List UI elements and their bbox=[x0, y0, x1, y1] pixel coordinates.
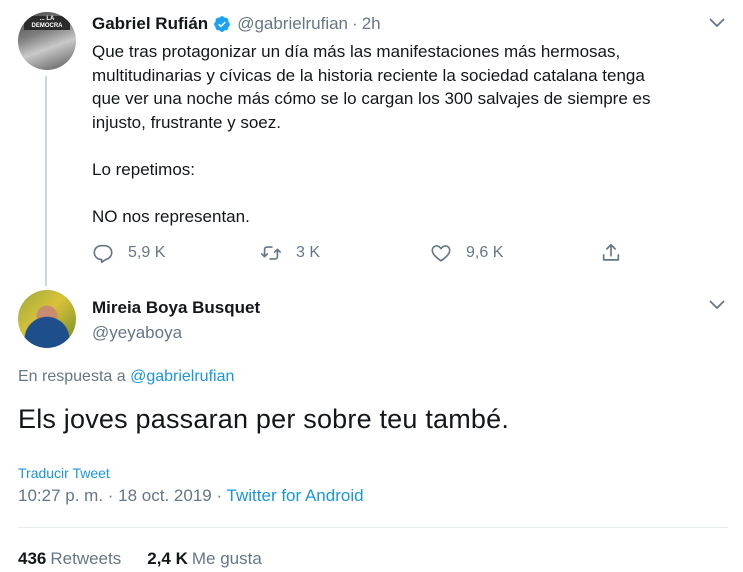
verified-badge-icon bbox=[214, 16, 231, 32]
tweet-text-line: injusto, frustrante y soez. bbox=[92, 112, 281, 132]
translate-tweet-link[interactable]: Traducir Tweet bbox=[18, 465, 110, 481]
retweet-icon bbox=[261, 246, 281, 260]
avatar[interactable] bbox=[18, 290, 76, 348]
author-name[interactable]: Gabriel Rufián bbox=[92, 14, 208, 34]
retweet-count: 3 K bbox=[296, 244, 321, 261]
retweets-stat-count: 436 bbox=[18, 549, 47, 568]
chevron-down-icon[interactable] bbox=[709, 300, 725, 310]
likes-stat[interactable]: 2,4 K Me gusta bbox=[147, 549, 262, 569]
avatar-banner-text: ... LA DEMOCRA bbox=[31, 16, 63, 29]
tweet-text-line: Lo repetimos: bbox=[92, 159, 195, 179]
tweet-text-line: multitudinarias y cívicas de la historia… bbox=[92, 65, 645, 85]
likes-stat-count: 2,4 K bbox=[147, 549, 188, 568]
reply-icon bbox=[93, 244, 113, 264]
likes-stat-label: Me gusta bbox=[191, 549, 262, 568]
reply-count: 5,9 K bbox=[128, 244, 166, 261]
tweet-text: Els joves passaran per sobre teu també. bbox=[18, 404, 510, 434]
like-button[interactable]: 9,6 K bbox=[430, 242, 503, 264]
tweet-text-line: Que tras protagonizar un día más las man… bbox=[92, 42, 621, 61]
like-icon bbox=[431, 245, 451, 262]
author-name[interactable]: Mireia Boya Busquet bbox=[92, 298, 260, 318]
tweet-text: Que tras protagonizar un día más las man… bbox=[92, 40, 712, 228]
share-button[interactable] bbox=[600, 242, 622, 264]
reply-context-prefix: En respuesta a bbox=[18, 368, 131, 385]
tweet-text-line: que ver una noche más cómo se lo cargan … bbox=[92, 89, 651, 108]
reply-context-handle-link[interactable]: @gabrielrufian bbox=[130, 368, 234, 385]
avatar[interactable]: ... LA DEMOCRA bbox=[18, 12, 76, 70]
retweets-stat-label: Retweets bbox=[50, 549, 122, 568]
chevron-down-icon[interactable] bbox=[709, 18, 725, 28]
retweets-stat[interactable]: 436 Retweets bbox=[18, 549, 121, 569]
tweet-header: Gabriel Rufián @gabrielrufian · 2h bbox=[92, 14, 381, 34]
divider bbox=[18, 527, 728, 528]
retweet-button[interactable]: 3 K bbox=[260, 242, 320, 264]
tweet-actions: 5,9 K 3 K 9,6 K bbox=[92, 242, 632, 268]
tweet-timestamp[interactable]: 10:27 p. m. · 18 oct. 2019 · bbox=[18, 486, 227, 505]
reply-button[interactable]: 5,9 K bbox=[92, 242, 165, 264]
separator: · bbox=[352, 14, 358, 33]
tweet-timestamp-row: 10:27 p. m. · 18 oct. 2019 · Twitter for… bbox=[18, 486, 364, 506]
tweet-client-link[interactable]: Twitter for Android bbox=[227, 486, 364, 505]
tweet-time[interactable]: 2h bbox=[362, 14, 381, 34]
like-count: 9,6 K bbox=[466, 244, 504, 261]
author-handle[interactable]: @gabrielrufian bbox=[237, 14, 348, 34]
tweet-stats: 436 Retweets 2,4 K Me gusta bbox=[18, 549, 262, 569]
share-icon bbox=[602, 243, 620, 261]
author-handle[interactable]: @yeyaboya bbox=[92, 323, 182, 343]
tweet-text-line: NO nos representan. bbox=[92, 206, 250, 226]
thread-connector-line bbox=[45, 76, 47, 286]
reply-context: En respuesta a @gabrielrufian bbox=[18, 368, 234, 386]
